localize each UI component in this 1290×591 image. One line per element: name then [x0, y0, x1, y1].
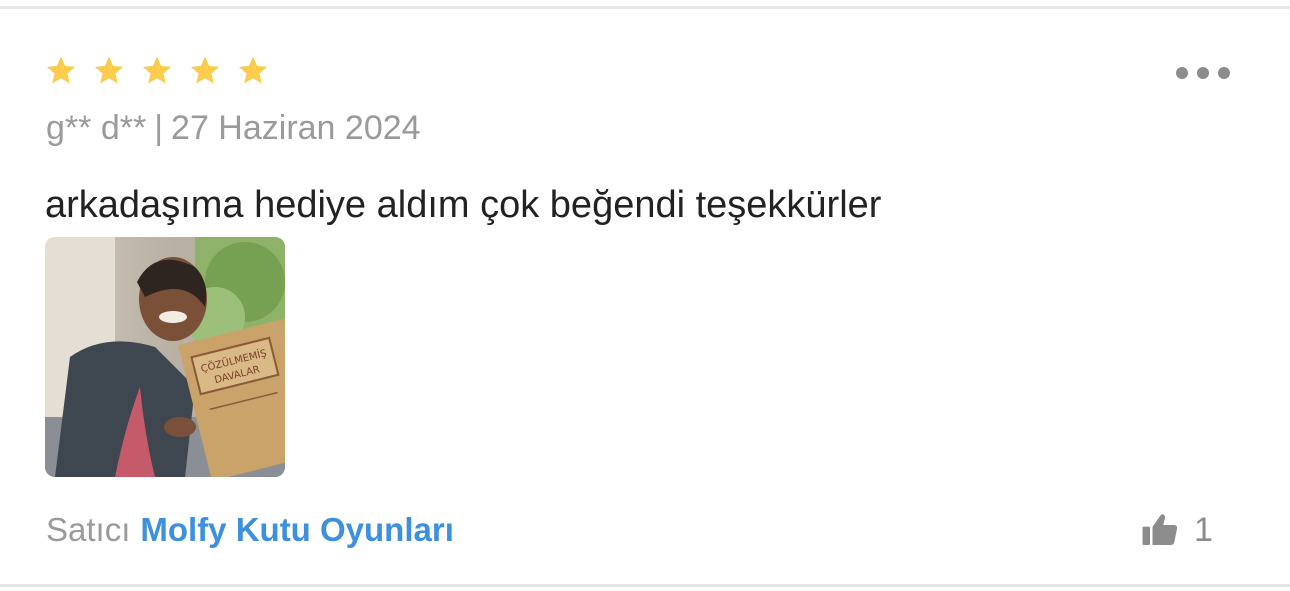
review-meta: g** d** | 27 Haziran 2024: [46, 108, 421, 148]
star-rating: [44, 54, 270, 88]
review-photo-image: ÇÖZÜLMEMİŞ DAVALAR: [45, 237, 285, 477]
review-photo[interactable]: ÇÖZÜLMEMİŞ DAVALAR: [45, 237, 285, 477]
seller-label: Satıcı: [46, 511, 131, 548]
seller-name-link[interactable]: Molfy Kutu Oyunları: [140, 511, 454, 548]
review-author: g** d**: [46, 109, 147, 147]
like-button[interactable]: 1: [1140, 508, 1213, 552]
review-card: g** d** | 27 Haziran 2024 arkadaşıma hediy…: [0, 0, 1290, 591]
star-icon: [142, 56, 172, 84]
star-icon: [190, 56, 220, 84]
divider-top: [0, 6, 1290, 9]
thumbs-up-icon: [1142, 514, 1178, 545]
star-icon: [94, 56, 124, 84]
divider-bottom: [0, 584, 1290, 587]
review-comment: arkadaşıma hediye aldım çok beğendi teşe…: [45, 184, 882, 226]
star-icon: [46, 56, 76, 84]
star-icon: [238, 56, 268, 84]
meta-separator: |: [154, 109, 164, 147]
more-dot-icon: [1176, 67, 1188, 79]
more-options-button[interactable]: [1176, 62, 1230, 84]
more-dot-icon: [1197, 67, 1209, 79]
seller-info: Satıcı Molfy Kutu Oyunları: [46, 508, 454, 552]
like-count: 1: [1194, 511, 1213, 549]
review-date: 27 Haziran 2024: [171, 109, 421, 147]
more-dot-icon: [1218, 67, 1230, 79]
